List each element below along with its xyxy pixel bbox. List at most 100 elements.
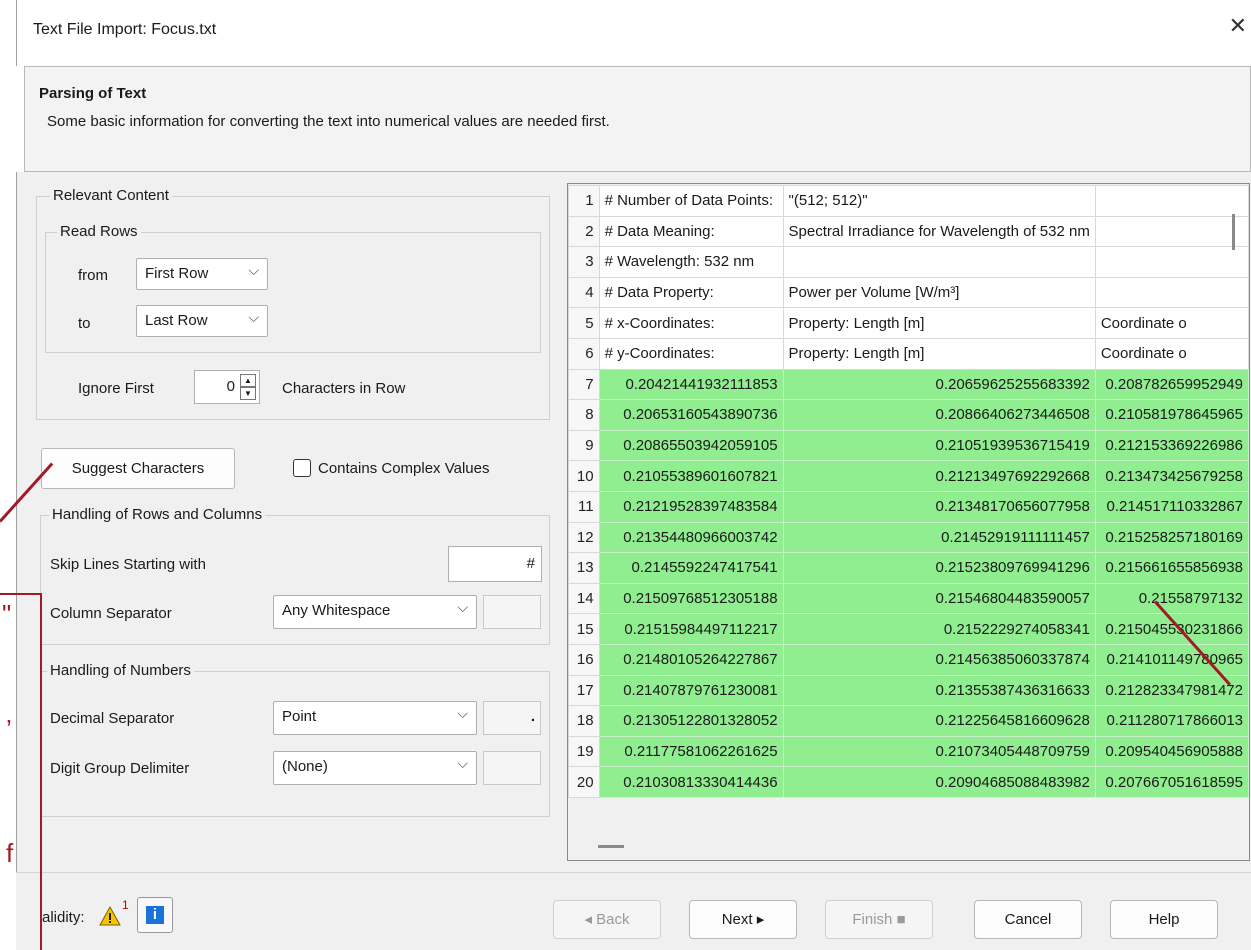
grid-cell[interactable]: 0.21558797132 bbox=[1094, 582, 1249, 615]
row-number[interactable]: 15 bbox=[568, 613, 600, 645]
grid-cell[interactable]: 0.21515984497112217 bbox=[598, 613, 784, 645]
column-separator-select[interactable]: Any Whitespace ⌵ bbox=[273, 595, 477, 629]
grid-cell[interactable]: # Data Meaning: bbox=[598, 215, 784, 248]
grid-cell[interactable]: # Data Property: bbox=[598, 276, 784, 309]
grid-cell[interactable]: 0.21480105264227867 bbox=[598, 643, 784, 676]
grid-cell[interactable]: # x-Coordinates: bbox=[598, 307, 784, 339]
grid-cell[interactable]: 0.20653160543890736 bbox=[598, 399, 784, 431]
grid-cell[interactable]: 0.20865503942059105 bbox=[598, 429, 784, 462]
ignore-first-spinner[interactable]: 0 ▲ ▼ bbox=[194, 370, 260, 404]
horizontal-scrollbar[interactable] bbox=[598, 845, 624, 848]
grid-cell[interactable]: 0.21305122801328052 bbox=[598, 705, 784, 737]
row-number[interactable]: 19 bbox=[568, 735, 600, 768]
grid-cell[interactable]: # Wavelength: 532 nm bbox=[598, 246, 784, 278]
grid-cell[interactable]: "(512; 512)" bbox=[782, 185, 1096, 217]
info-button[interactable]: i bbox=[137, 897, 173, 933]
cancel-button[interactable]: Cancel bbox=[974, 900, 1082, 939]
from-row-select[interactable]: First Row ⌵ bbox=[136, 258, 268, 290]
grid-cell[interactable]: 0.21452919111111457 bbox=[782, 521, 1096, 554]
grid-cell[interactable]: 0.21073405448709759 bbox=[782, 735, 1096, 768]
vertical-scrollbar[interactable] bbox=[1232, 214, 1235, 250]
grid-cell[interactable]: 0.208782659952949 bbox=[1094, 368, 1249, 401]
back-button[interactable]: ◂ Back bbox=[553, 900, 661, 939]
grid-cell[interactable]: 0.211280717866013 bbox=[1094, 705, 1249, 737]
grid-cell[interactable]: 0.21523809769941296 bbox=[782, 552, 1096, 584]
grid-cell[interactable]: 0.21546804483590057 bbox=[782, 582, 1096, 615]
grid-cell[interactable]: 0.21225645816609628 bbox=[782, 705, 1096, 737]
skip-lines-input[interactable]: # bbox=[448, 546, 542, 582]
grid-cell[interactable]: 0.209540456905888 bbox=[1094, 735, 1249, 768]
grid-cell[interactable]: 0.21456385060337874 bbox=[782, 643, 1096, 676]
grid-cell[interactable]: 0.20866406273446508 bbox=[782, 399, 1096, 431]
finish-button[interactable]: Finish ■ bbox=[825, 900, 933, 939]
next-button[interactable]: Next ▸ bbox=[689, 900, 797, 939]
suggest-characters-button[interactable]: Suggest Characters bbox=[41, 448, 235, 489]
grid-cell[interactable] bbox=[1094, 246, 1249, 278]
grid-cell[interactable]: Power per Volume [W/m³] bbox=[782, 276, 1096, 309]
row-number[interactable]: 3 bbox=[568, 246, 600, 278]
grid-cell[interactable]: Property: Length [m] bbox=[782, 337, 1096, 370]
grid-cell[interactable]: 0.21051939536715419 bbox=[782, 429, 1096, 462]
grid-cell[interactable]: 0.21177581062261625 bbox=[598, 735, 784, 768]
row-number[interactable]: 20 bbox=[568, 766, 600, 798]
grid-cell[interactable] bbox=[1094, 215, 1249, 248]
row-number[interactable]: 5 bbox=[568, 307, 600, 339]
decimal-separator-select[interactable]: Point ⌵ bbox=[273, 701, 477, 735]
row-number[interactable]: 4 bbox=[568, 276, 600, 309]
grid-cell[interactable]: 0.2145592247417541 bbox=[598, 552, 784, 584]
grid-cell[interactable]: Spectral Irradiance for Wavelength of 53… bbox=[782, 215, 1096, 248]
grid-cell[interactable]: # Number of Data Points: bbox=[598, 185, 784, 217]
grid-cell[interactable]: 0.214101149780965 bbox=[1094, 643, 1249, 676]
row-number[interactable]: 9 bbox=[568, 429, 600, 462]
grid-cell[interactable] bbox=[1094, 276, 1249, 309]
row-number[interactable]: 7 bbox=[568, 368, 600, 401]
grid-cell[interactable]: 0.21407879761230081 bbox=[598, 674, 784, 707]
row-number[interactable]: 18 bbox=[568, 705, 600, 737]
spin-down-icon[interactable]: ▼ bbox=[240, 387, 256, 400]
row-number[interactable]: 1 bbox=[568, 185, 600, 217]
grid-cell[interactable]: 0.2152229274058341 bbox=[782, 613, 1096, 645]
grid-cell[interactable]: 0.212153369226986 bbox=[1094, 429, 1249, 462]
to-row-select[interactable]: Last Row ⌵ bbox=[136, 305, 268, 337]
grid-cell[interactable]: 0.21355387436316633 bbox=[782, 674, 1096, 707]
grid-cell[interactable] bbox=[782, 246, 1096, 278]
complex-values-checkbox[interactable] bbox=[293, 459, 311, 477]
row-number[interactable]: 16 bbox=[568, 643, 600, 676]
grid-cell[interactable]: 0.215661655856938 bbox=[1094, 552, 1249, 584]
row-number[interactable]: 10 bbox=[568, 460, 600, 492]
grid-cell[interactable]: 0.21354480966003742 bbox=[598, 521, 784, 554]
grid-cell[interactable]: 0.213473425679258 bbox=[1094, 460, 1249, 492]
grid-cell[interactable]: 0.21030813330414436 bbox=[598, 766, 784, 798]
grid-cell[interactable]: 0.21509768512305188 bbox=[598, 582, 784, 615]
close-icon[interactable]: ✕ bbox=[1229, 14, 1247, 39]
row-number[interactable]: 8 bbox=[568, 399, 600, 431]
grid-cell[interactable]: 0.21348170656077958 bbox=[782, 490, 1096, 523]
grid-cell[interactable]: Coordinate o bbox=[1094, 337, 1249, 370]
grid-cell[interactable]: 0.215258257180169 bbox=[1094, 521, 1249, 554]
grid-cell[interactable]: 0.20421441932111853 bbox=[598, 368, 784, 401]
help-button[interactable]: Help bbox=[1110, 900, 1218, 939]
row-number[interactable]: 17 bbox=[568, 674, 600, 707]
grid-cell[interactable] bbox=[1094, 185, 1249, 217]
row-number[interactable]: 11 bbox=[568, 490, 600, 523]
grid-cell[interactable]: 0.214517110332867 bbox=[1094, 490, 1249, 523]
row-number[interactable]: 13 bbox=[568, 552, 600, 584]
grid-cell[interactable]: 0.210581978645965 bbox=[1094, 399, 1249, 431]
spin-up-icon[interactable]: ▲ bbox=[240, 374, 256, 387]
row-number[interactable]: 2 bbox=[568, 215, 600, 248]
row-number[interactable]: 6 bbox=[568, 337, 600, 370]
digit-group-select[interactable]: (None) ⌵ bbox=[273, 751, 477, 785]
grid-cell[interactable]: # y-Coordinates: bbox=[598, 337, 784, 370]
grid-cell[interactable]: 0.21213497692292668 bbox=[782, 460, 1096, 492]
warning-icon[interactable] bbox=[99, 905, 121, 931]
row-number[interactable]: 14 bbox=[568, 582, 600, 615]
grid-cell[interactable]: 0.21219528397483584 bbox=[598, 490, 784, 523]
grid-cell[interactable]: 0.20904685088483982 bbox=[782, 766, 1096, 798]
grid-cell[interactable]: 0.20659625255683392 bbox=[782, 368, 1096, 401]
grid-cell[interactable]: Property: Length [m] bbox=[782, 307, 1096, 339]
row-number[interactable]: 12 bbox=[568, 521, 600, 554]
text-preview-grid[interactable]: 1 # Number of Data Points: "(512; 512)" 2 # … bbox=[567, 183, 1250, 861]
grid-cell[interactable]: 0.207667051618595 bbox=[1094, 766, 1249, 798]
grid-cell[interactable]: 0.21055389601607821 bbox=[598, 460, 784, 492]
grid-cell[interactable]: Coordinate o bbox=[1094, 307, 1249, 339]
